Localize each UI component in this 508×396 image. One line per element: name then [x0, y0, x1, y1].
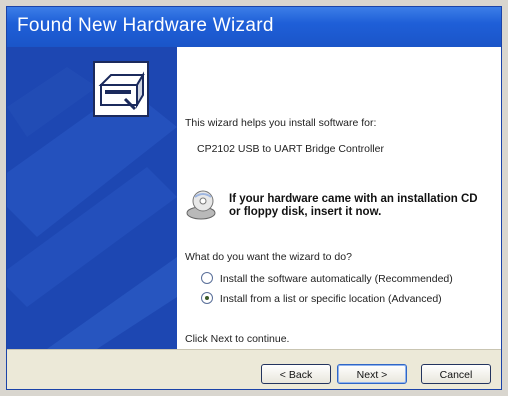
device-name: CP2102 USB to UART Bridge Controller: [197, 143, 384, 155]
wizard-side-panel: [7, 47, 177, 349]
cd-drive-icon: [186, 190, 216, 220]
hardware-wizard-icon: [93, 61, 149, 117]
option-label: Install the software automatically (Reco…: [219, 273, 453, 286]
cancel-button[interactable]: Cancel: [421, 364, 491, 384]
wizard-question: What do you want the wizard to do?: [185, 251, 352, 263]
intro-text: This wizard helps you install software f…: [185, 117, 377, 129]
back-button[interactable]: < Back: [261, 364, 331, 384]
radio-install-from-list[interactable]: [201, 292, 213, 305]
radio-install-automatically[interactable]: [201, 272, 213, 285]
side-panel-watermark: [7, 47, 177, 349]
continue-hint: Click Next to continue.: [185, 333, 290, 345]
cd-notice-text: If your hardware came with an installati…: [229, 193, 478, 218]
wizard-content: This wizard helps you install software f…: [177, 47, 501, 349]
option-install-automatically[interactable]: Install the software automatically (Reco…: [201, 272, 453, 286]
window-title: Found New Hardware Wizard: [17, 15, 274, 36]
button-bar: < Back Next > Cancel: [7, 349, 501, 389]
title-bar[interactable]: Found New Hardware Wizard: [7, 7, 501, 47]
option-label: Install from a list or specific location…: [219, 293, 442, 306]
cd-notice: If your hardware came with an installati…: [185, 187, 485, 227]
wizard-window: Found New Hardware Wizard This wizard he…: [6, 6, 502, 390]
next-button[interactable]: Next >: [337, 364, 407, 384]
option-install-from-list[interactable]: Install from a list or specific location…: [201, 292, 442, 306]
